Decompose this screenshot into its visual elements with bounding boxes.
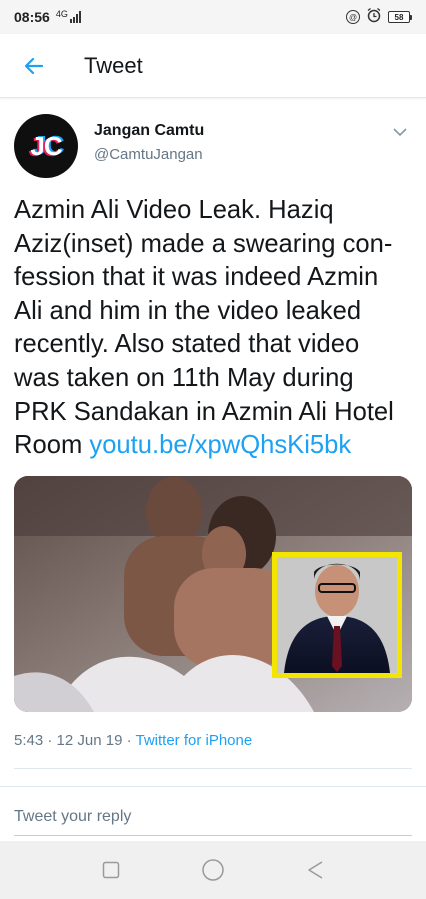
chevron-down-icon: [393, 127, 407, 136]
tweet-text-line: PRK Sandakan in Azmin Ali Hotel: [14, 397, 394, 426]
triangle-back-icon: [308, 861, 323, 879]
tweet-text-last-line: Room youtu.be/xpwQhsKi5bk: [14, 429, 410, 463]
reply-placeholder: Tweet your reply: [14, 807, 132, 825]
app-header: Tweet: [0, 34, 426, 98]
divider: [14, 768, 412, 769]
tweet-text-line: Azmin Ali Video Leak. Haziq: [14, 196, 334, 224]
reply-input[interactable]: Tweet your reply: [14, 798, 412, 836]
network-type: 4G: [55, 9, 68, 19]
tweet-text-line: Ali and him in the video leaked: [14, 296, 362, 325]
status-bar: 08:56 4G @ 58: [0, 0, 426, 34]
tweet-text-line: was taken on 11th May during: [14, 363, 354, 392]
tweet-media-image[interactable]: [14, 476, 412, 712]
vpn-lock-icon: @: [346, 10, 360, 24]
tweet-source-link[interactable]: Twitter for iPhone: [135, 732, 252, 749]
recents-button[interactable]: [91, 850, 131, 890]
circle-icon: [202, 859, 224, 881]
tweet-timestamp: 5:43 · 12 Jun 19 ·: [14, 732, 136, 749]
home-button[interactable]: [193, 850, 233, 890]
tweet-link[interactable]: youtu.be/xpwQhsKi5bk: [89, 431, 351, 459]
arrow-left-icon: [24, 57, 44, 74]
status-time: 08:56: [14, 9, 50, 25]
avatar[interactable]: JC: [14, 114, 78, 178]
tweet-text: Azmin Ali Video Leak. Haziq Aziz(inset) …: [14, 194, 410, 463]
battery-icon: 58: [388, 11, 412, 23]
media-photo: [14, 476, 412, 712]
tweet-options-button[interactable]: [390, 122, 410, 142]
back-nav-button[interactable]: [295, 850, 335, 890]
status-icons: @ 58: [346, 7, 412, 28]
square-icon: [102, 861, 120, 879]
tweet-text-line: fession that it was indeed Azmin: [14, 263, 379, 292]
tweet-meta: 5:43 · 12 Jun 19 · Twitter for iPhone: [14, 732, 252, 749]
navigation-bar: [0, 841, 426, 899]
battery-level: 58: [388, 11, 410, 23]
alarm-icon: [366, 7, 382, 28]
tweet-text-line: Aziz(inset) made a swearing con-: [14, 229, 393, 258]
page-title: Tweet: [84, 52, 143, 78]
tweet-text-line: recently. Also stated that video: [14, 330, 360, 359]
author-name[interactable]: Jangan Camtu: [94, 122, 204, 140]
signal-icon: [69, 11, 81, 23]
back-button[interactable]: [14, 46, 54, 86]
tweet-text-line: Room: [14, 431, 83, 460]
avatar-initials: JC: [30, 130, 62, 161]
divider: [0, 786, 426, 787]
author-row: JC Jangan Camtu @CamtuJangan: [14, 114, 412, 178]
author-handle[interactable]: @CamtuJangan: [94, 146, 203, 163]
